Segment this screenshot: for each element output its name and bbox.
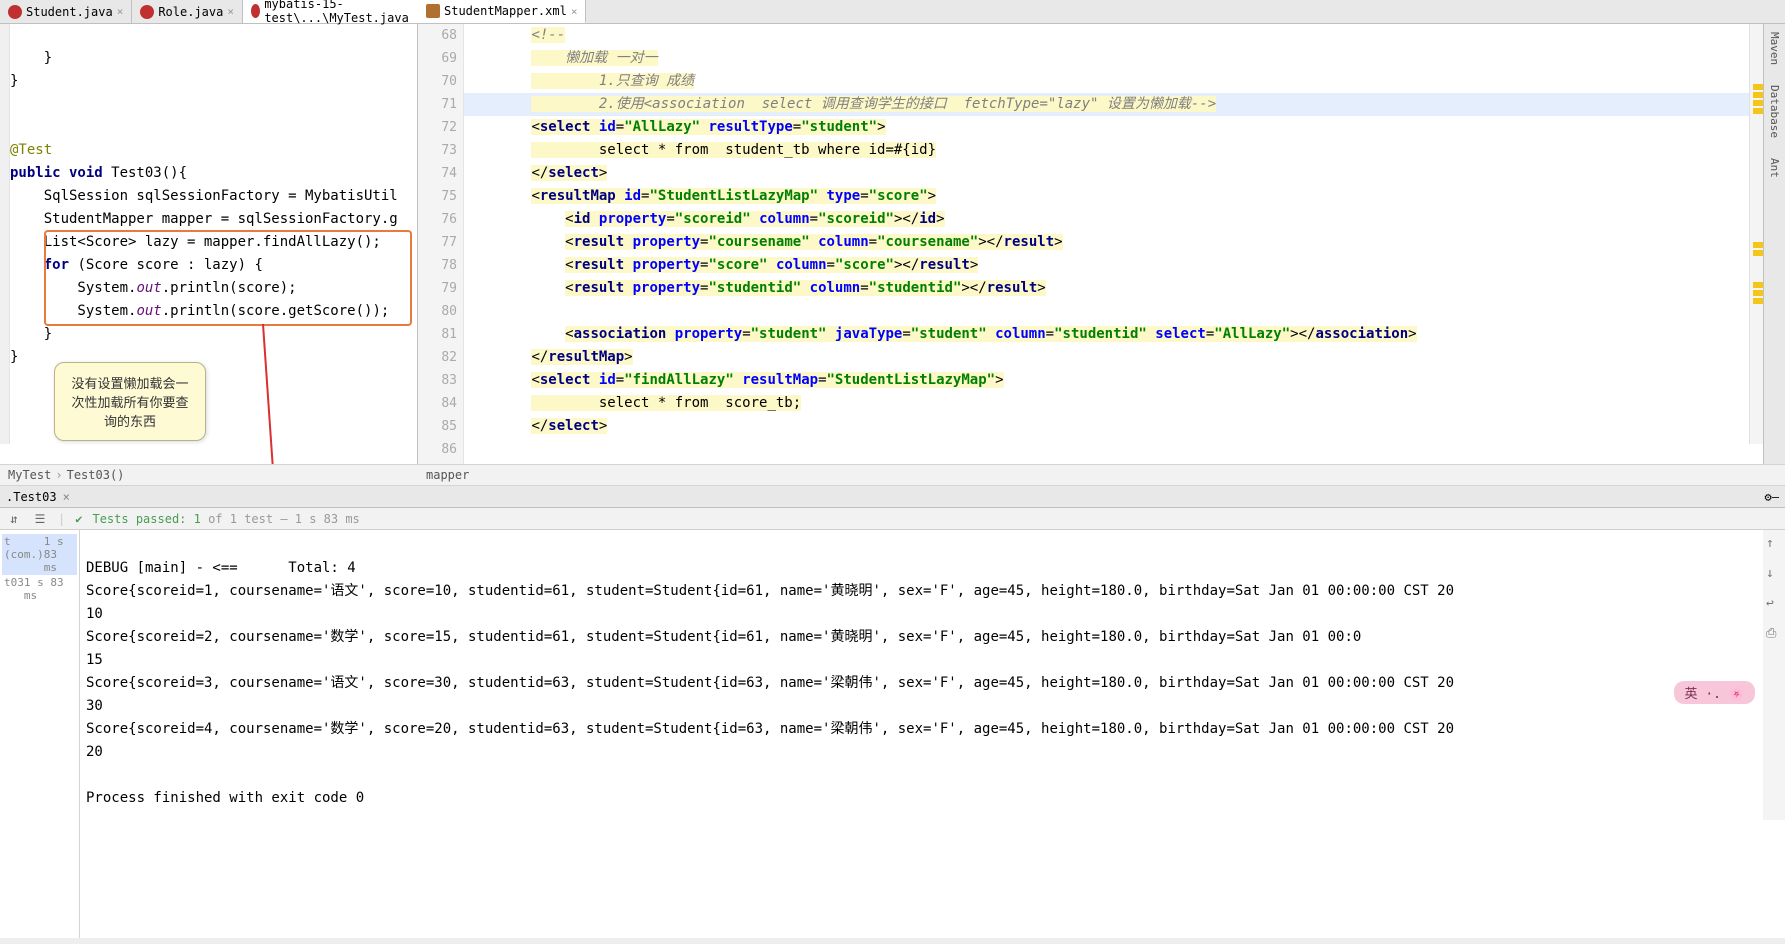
close-icon[interactable]: × (571, 5, 578, 18)
node-time: 1 s 83 ms (44, 535, 75, 574)
warning-marker-icon[interactable] (1753, 84, 1763, 90)
tab-label: Student.java (26, 5, 113, 19)
callout-line: 询的东西 (69, 411, 191, 430)
run-config-tab[interactable]: .Test03 (6, 490, 57, 504)
keyword: public void (10, 165, 103, 181)
check-icon: ✔ (75, 512, 82, 526)
code-line: } (10, 50, 52, 66)
crumb[interactable]: MyTest (8, 468, 51, 482)
node-label: t03 (4, 576, 24, 602)
chevron-right-icon: › (55, 468, 62, 482)
collapse-icon[interactable]: ⇵ (6, 511, 22, 527)
ime-indicator[interactable]: 英 ·. 🌸 (1674, 681, 1755, 704)
xml-code-area[interactable]: <!-- 懒加载 一对一 1.只查询 成绩 2.使用<association s… (464, 24, 1785, 438)
left-editor-tabs: Student.java × Role.java × mybatis-15-test… (0, 0, 418, 24)
console-line: Score{scoreid=4, coursename='数学', score=… (86, 721, 1454, 737)
tab-label: StudentMapper.xml (444, 4, 567, 18)
code-line: SqlSession sqlSessionFactory = MybatisUt… (10, 188, 398, 204)
arrow-icon (255, 324, 285, 464)
console-line: Score{scoreid=1, coursename='语文', score=… (86, 583, 1454, 599)
left-editor[interactable]: } } @Test public void Test03(){ SqlSessi… (0, 24, 418, 464)
tree-node[interactable]: t031 s 83 ms (2, 575, 77, 603)
code-line: } (10, 326, 52, 342)
crumb[interactable]: Test03() (67, 468, 125, 482)
run-window-tabs: .Test03 × ⚙ — (0, 486, 1785, 508)
right-editor-tabs: StudentMapper.xml × (418, 0, 1785, 24)
ime-label: 英 (1684, 687, 1697, 702)
up-icon[interactable]: ↑ (1766, 536, 1782, 552)
print-icon[interactable]: ⎙ (1766, 626, 1782, 642)
warning-marker-icon[interactable] (1753, 282, 1763, 288)
console-line: 15 (86, 652, 103, 668)
tab-role-java[interactable]: Role.java × (132, 0, 243, 23)
tab-student-java[interactable]: Student.java × (0, 0, 132, 23)
test-summary-rest: of 1 test – 1 s 83 ms (201, 512, 360, 526)
console-line: Score{scoreid=3, coursename='语文', score=… (86, 675, 1454, 691)
tab-label: Role.java (158, 5, 223, 19)
ant-tool-button[interactable]: Ant (1768, 158, 1781, 178)
tab-mytest-java[interactable]: mybatis-15-test\...\MyTest.java× (243, 0, 433, 23)
down-icon[interactable]: ↓ (1766, 566, 1782, 582)
divider: | (58, 512, 65, 526)
console-exit-line: Process finished with exit code 0 (86, 790, 364, 806)
warning-marker-icon[interactable] (1753, 290, 1763, 296)
warning-marker-icon[interactable] (1753, 108, 1763, 114)
node-time: 1 s 83 ms (24, 576, 75, 602)
console-line: 10 (86, 606, 103, 622)
close-icon[interactable]: × (63, 490, 70, 504)
console-side-toolbar: ↑ ↓ ↩ ⎙ (1763, 530, 1785, 820)
left-gutter (0, 24, 10, 444)
java-file-icon (140, 5, 154, 19)
console-line: 20 (86, 744, 103, 760)
warning-marker-icon[interactable] (1753, 242, 1763, 248)
callout-line: 没有设置懒加载会一 (69, 373, 191, 392)
java-file-icon (251, 4, 260, 18)
callout-line: 次性加载所有你要查 (69, 392, 191, 411)
right-editor[interactable]: 68 69 70 71 72 73 74 75 76 77 78 79 80 8… (418, 24, 1785, 464)
console-line: 30 (86, 698, 103, 714)
wrap-icon[interactable]: ↩ (1766, 596, 1782, 612)
ime-decoration: ·. 🌸 (1705, 687, 1745, 702)
java-file-icon (8, 5, 22, 19)
minimize-icon[interactable]: — (1772, 490, 1779, 504)
java-code-area[interactable]: } } @Test public void Test03(){ SqlSessi… (10, 24, 417, 392)
database-tool-button[interactable]: Database (1768, 85, 1781, 138)
test-summary: Tests passed: 1 (92, 512, 200, 526)
code-text: Test03(){ (103, 165, 187, 181)
warning-marker-icon[interactable] (1753, 250, 1763, 256)
console-line: Score{scoreid=2, coursename='数学', score=… (86, 629, 1361, 645)
console-scrollbar[interactable] (0, 938, 1785, 944)
expand-icon[interactable]: ☰ (32, 511, 48, 527)
console-line: DEBUG [main] - <== Total: 4 (86, 560, 356, 576)
left-breadcrumb[interactable]: MyTest › Test03() (0, 464, 418, 486)
tree-node[interactable]: t (com.)1 s 83 ms (2, 534, 77, 575)
gear-icon[interactable]: ⚙ (1765, 490, 1772, 504)
test-tree[interactable]: t (com.)1 s 83 ms t031 s 83 ms (0, 530, 80, 938)
xml-file-icon (426, 4, 440, 18)
right-breadcrumb[interactable]: mapper (418, 464, 1785, 486)
annotation: @Test (10, 142, 52, 158)
maven-tool-button[interactable]: Maven (1768, 32, 1781, 65)
warning-marker-icon[interactable] (1753, 92, 1763, 98)
close-icon[interactable]: × (227, 5, 234, 18)
tab-student-mapper-xml[interactable]: StudentMapper.xml × (418, 0, 586, 23)
node-label: t (com.) (4, 535, 44, 574)
crumb[interactable]: mapper (426, 468, 469, 482)
close-icon[interactable]: × (117, 5, 124, 18)
warning-marker-icon[interactable] (1753, 298, 1763, 304)
warning-marker-icon[interactable] (1753, 100, 1763, 106)
tab-label: mybatis-15-test\...\MyTest.java (264, 0, 413, 25)
test-toolbar: ⇵ ☰ | ✔ Tests passed: 1 of 1 test – 1 s … (0, 508, 1785, 530)
right-tool-buttons: Maven Database Ant (1763, 24, 1785, 464)
code-line: StudentMapper mapper = sqlSessionFactory… (10, 211, 398, 227)
callout-note: 没有设置懒加载会一 次性加载所有你要查 询的东西 (54, 362, 206, 441)
right-error-stripe[interactable] (1749, 24, 1763, 444)
highlight-box (44, 230, 412, 326)
right-gutter: 68 69 70 71 72 73 74 75 76 77 78 79 80 8… (418, 24, 464, 464)
console-output[interactable]: DEBUG [main] - <== Total: 4 Score{scorei… (80, 530, 1785, 938)
code-line: } (10, 73, 18, 89)
code-line: } (10, 349, 18, 365)
